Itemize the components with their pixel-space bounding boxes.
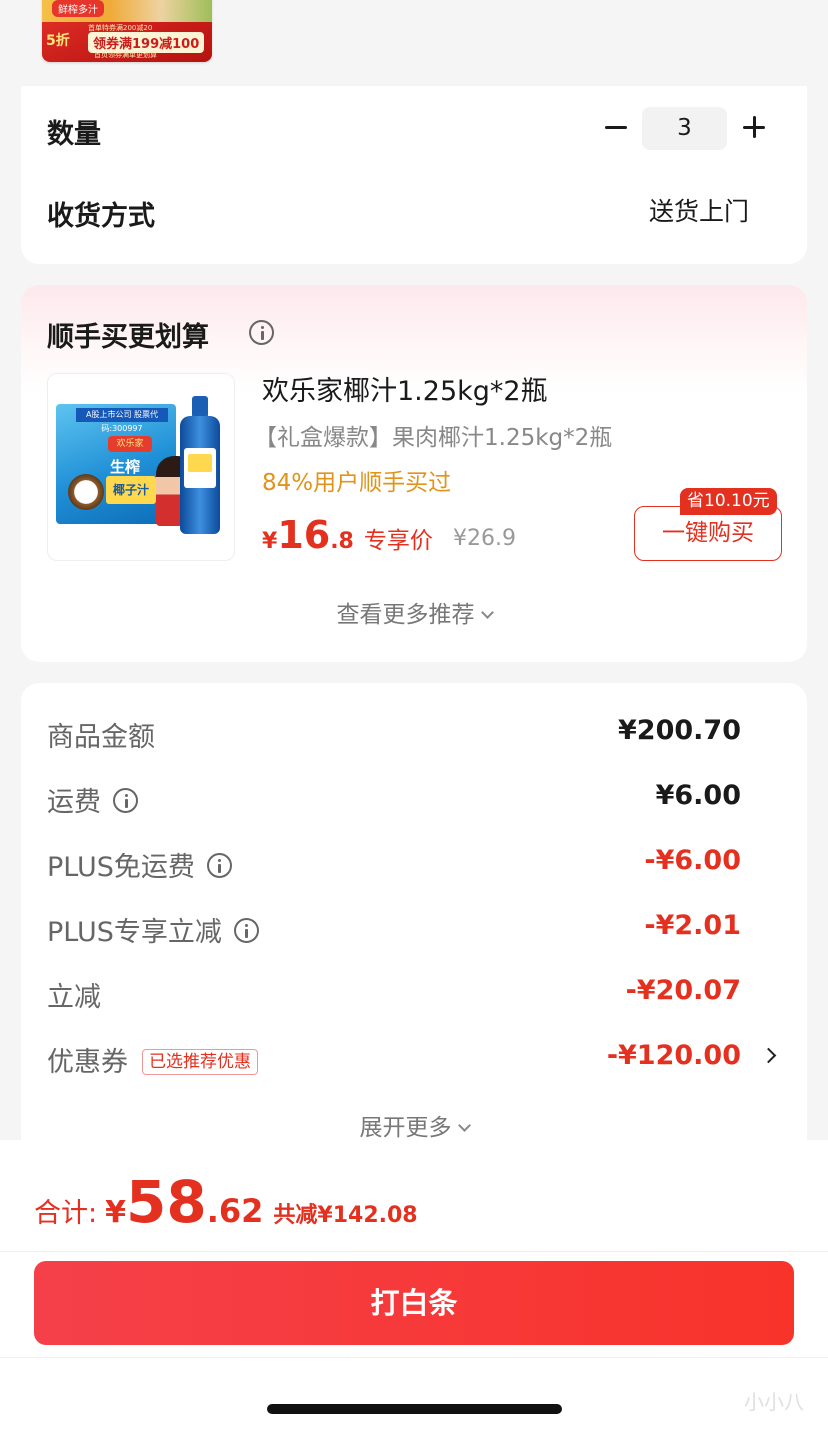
chevron-down-icon	[480, 606, 494, 619]
more-recommendations-link[interactable]: 查看更多推荐	[21, 595, 807, 629]
watermark: 小小八	[744, 1390, 804, 1414]
home-indicator[interactable]	[267, 1404, 562, 1414]
price-breakdown-card: 商品金额 ¥200.70 运费 ¥6.00 PLUS免运费 -¥6.00 PLU…	[21, 683, 807, 1163]
delivery-method-value[interactable]: 送货上门	[649, 192, 749, 228]
quantity-decrease-button[interactable]	[601, 112, 631, 142]
info-icon[interactable]	[249, 320, 274, 345]
fee-value: -¥2.01	[644, 910, 741, 941]
box-logo: 欢乐家	[108, 436, 152, 452]
price-tag: 专享价	[363, 528, 433, 554]
pay-button[interactable]: 打白条	[34, 1261, 794, 1345]
info-icon[interactable]	[233, 918, 259, 943]
total-label: 合计:	[34, 1198, 98, 1229]
total-saved: 共减¥142.08	[273, 1203, 418, 1228]
box-band-text: A股上市公司 股票代码:300997	[76, 408, 168, 433]
fee-row-instant-discount: 立减 -¥20.07	[47, 975, 741, 1015]
fee-row-coupon[interactable]: 优惠券 已选推荐优惠 -¥120.00	[47, 1040, 741, 1080]
expand-more-label: 展开更多	[359, 1115, 452, 1141]
checkout-bar: 合计: ¥58.62 共减¥142.08 打白条 小小八	[0, 1140, 828, 1431]
save-badge: 省10.10元	[680, 488, 777, 515]
recommendation-title: 顺手买更划算	[47, 322, 209, 353]
quantity-increase-button[interactable]	[739, 112, 769, 142]
divider	[0, 1357, 828, 1358]
expand-more-link[interactable]: 展开更多	[21, 1108, 807, 1142]
fee-label-wrap: PLUS免运费	[47, 845, 232, 884]
price-decimal: .8	[330, 529, 354, 554]
fee-value: ¥6.00	[655, 780, 741, 811]
product-name[interactable]: 欢乐家椰汁1.25kg*2瓶	[262, 369, 548, 408]
fee-row-plus-free-shipping: PLUS免运费 -¥6.00	[47, 845, 741, 885]
coupon-tag: 已选推荐优惠	[142, 1049, 258, 1075]
fee-row-goods: 商品金额 ¥200.70	[47, 715, 741, 755]
fee-label: 运费	[47, 787, 101, 818]
quantity-input[interactable]: 3	[642, 107, 727, 150]
divider	[0, 1251, 828, 1252]
recommendation-card: 顺手买更划算 A股上市公司 股票代码:300997 欢乐家 生榨 椰子汁 欢乐家…	[21, 285, 807, 662]
more-recommendations-label: 查看更多推荐	[336, 602, 475, 628]
fee-label: PLUS免运费	[47, 852, 195, 883]
fee-label-wrap: 优惠券 已选推荐优惠	[47, 1040, 258, 1079]
total-currency: ¥	[105, 1195, 126, 1230]
banner-tag: 鲜榨多汁	[52, 0, 104, 17]
fee-label: 优惠券	[47, 1047, 128, 1078]
order-options-card: 数量 3 收货方式 送货上门	[21, 86, 807, 264]
banner-foot: 首页领券满单更划算	[94, 51, 157, 59]
box-name-2: 椰子汁	[106, 476, 156, 504]
quantity-label: 数量	[47, 119, 101, 150]
product-subtitle: 【礼盒爆款】果肉椰汁1.25kg*2瓶	[254, 425, 613, 451]
fee-value: -¥120.00	[606, 1040, 741, 1071]
info-icon[interactable]	[206, 853, 232, 878]
info-icon[interactable]	[113, 788, 138, 813]
fee-row-shipping: 运费 ¥6.00	[47, 780, 741, 820]
original-price: ¥26.9	[453, 526, 516, 551]
banner-discount: 5折	[46, 33, 70, 49]
chevron-down-icon	[457, 1119, 471, 1132]
fee-label: 立减	[47, 982, 101, 1013]
price-integer: 16	[277, 513, 331, 557]
box-name: 生榨	[110, 458, 141, 476]
fee-label-wrap: PLUS专享立减	[47, 910, 259, 949]
coconut-graphic	[68, 474, 104, 510]
fee-label-wrap: 运费	[47, 780, 138, 819]
product-price: ¥16.8 专享价	[262, 513, 433, 557]
product-image[interactable]: A股上市公司 股票代码:300997 欢乐家 生榨 椰子汁	[47, 373, 235, 561]
price-currency: ¥	[262, 529, 278, 554]
product-social-proof: 84%用户顺手买过	[262, 470, 452, 496]
chevron-right-icon[interactable]	[760, 1047, 777, 1064]
total-integer: 58	[125, 1168, 207, 1236]
fee-value: -¥6.00	[644, 845, 741, 876]
fee-value: -¥20.07	[625, 975, 741, 1006]
total-decimal: .62	[206, 1192, 264, 1230]
order-total: 合计: ¥58.62 共减¥142.08	[34, 1168, 418, 1236]
delivery-label: 收货方式	[47, 201, 155, 232]
checkout-page: 鲜榨多汁 首单特券满200减20 5折 领券满199减100 首页领券满单更划算…	[0, 0, 828, 1431]
bottle-graphic	[178, 396, 222, 536]
fee-label: PLUS专享立减	[47, 917, 222, 948]
fee-label: 商品金额	[47, 722, 155, 753]
fee-row-plus-discount: PLUS专享立减 -¥2.01	[47, 910, 741, 950]
fee-value: ¥200.70	[618, 715, 741, 746]
promo-banner-image[interactable]: 鲜榨多汁 首单特券满200减20 5折 领券满199减100 首页领券满单更划算	[42, 0, 212, 62]
